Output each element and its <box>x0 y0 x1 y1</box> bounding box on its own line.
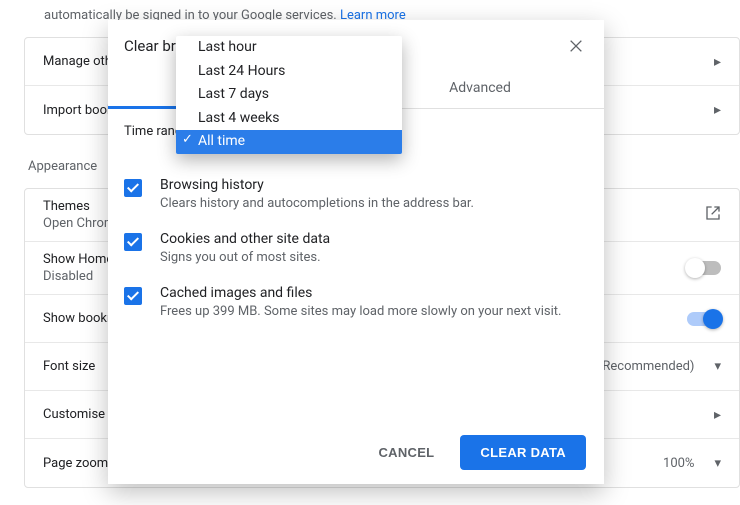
browsing-history-checkbox[interactable] <box>124 179 142 197</box>
cookies-title: Cookies and other site data <box>160 231 330 247</box>
cached-sub: Frees up 399 MB. Some sites may load mor… <box>160 304 561 319</box>
time-range-option[interactable]: Last hour <box>176 36 402 60</box>
font-size-label: Font size <box>43 359 95 374</box>
chevron-right-icon: ▸ <box>714 102 721 118</box>
page-zoom-select[interactable]: 100% ▾ <box>663 456 721 471</box>
close-button[interactable] <box>562 32 590 60</box>
browsing-history-row: Browsing history Clears history and auto… <box>124 165 588 219</box>
clear-data-button[interactable]: CLEAR DATA <box>460 435 586 470</box>
time-range-option[interactable]: Last 24 Hours <box>176 60 402 84</box>
cookies-sub: Signs you out of most sites. <box>160 250 330 265</box>
close-icon <box>568 38 584 54</box>
bookmarks-bar-toggle[interactable] <box>687 312 721 326</box>
cookies-checkbox[interactable] <box>124 233 142 251</box>
cached-checkbox[interactable] <box>124 287 142 305</box>
cookies-row: Cookies and other site data Signs you ou… <box>124 219 588 273</box>
dialog-footer: CANCEL CLEAR DATA <box>108 421 604 484</box>
caret-down-icon: ▾ <box>714 359 721 374</box>
home-button-toggle[interactable] <box>687 261 721 275</box>
chevron-right-icon: ▸ <box>714 407 721 423</box>
cancel-button[interactable]: CANCEL <box>370 435 442 470</box>
time-range-dropdown[interactable]: Last hourLast 24 HoursLast 7 daysLast 4 … <box>176 36 402 154</box>
chevron-right-icon: ▸ <box>714 54 721 70</box>
dialog-body: Time range Browsing history Clears histo… <box>108 109 604 421</box>
time-range-option[interactable]: Last 7 days <box>176 83 402 107</box>
caret-down-icon: ▾ <box>714 456 721 471</box>
external-link-icon <box>705 205 721 225</box>
page-zoom-value: 100% <box>663 456 694 471</box>
cached-title: Cached images and files <box>160 285 561 301</box>
time-range-option[interactable]: Last 4 weeks <box>176 107 402 131</box>
time-range-option[interactable]: All time <box>176 130 402 154</box>
page-zoom-label: Page zoom <box>43 456 108 471</box>
browsing-history-title: Browsing history <box>160 177 474 193</box>
browsing-history-sub: Clears history and autocompletions in th… <box>160 196 474 211</box>
cached-row: Cached images and files Frees up 399 MB.… <box>124 273 588 327</box>
